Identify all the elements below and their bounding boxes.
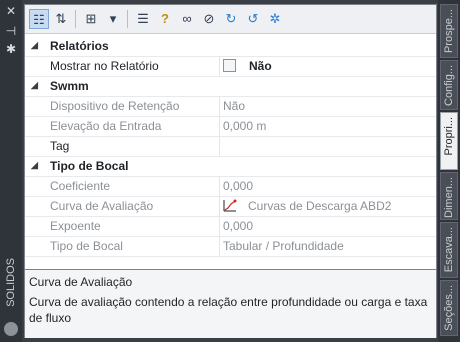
properties-list-icon: ☰	[137, 11, 149, 26]
column-divider	[219, 137, 220, 156]
property-value: 0,000	[223, 179, 254, 193]
tab-label: Config...	[443, 65, 455, 106]
toolbar-separator	[75, 10, 76, 28]
tab-propriedades[interactable]: Propri...	[440, 112, 458, 170]
right-tab-bar: Prospe... Config... Propri... Dimen... E…	[438, 0, 460, 342]
properties-list-button[interactable]: ☰	[133, 9, 153, 29]
description-title: Curva de Avaliação	[29, 275, 133, 289]
filter-button[interactable]: ▾	[103, 9, 123, 29]
toolbar-separator	[127, 10, 128, 28]
palette-icon[interactable]	[4, 322, 18, 336]
column-divider	[219, 177, 220, 196]
property-grid: ◢ Relatórios Mostrar no Relatório Não ◢ …	[25, 37, 436, 257]
category-relatorios[interactable]: ◢ Relatórios	[25, 37, 436, 57]
close-icon[interactable]: ✕	[4, 4, 18, 18]
tab-prospector[interactable]: Prospe...	[440, 4, 458, 58]
category-title: Relatórios	[50, 39, 109, 53]
pin-icon[interactable]: ⊣	[4, 24, 18, 38]
refresh-button[interactable]: ↻	[221, 9, 241, 29]
link-icon: ⊘	[203, 11, 215, 26]
collapse-arrow-icon[interactable]: ◢	[31, 160, 38, 171]
category-title: Swmm	[50, 79, 89, 93]
find-button[interactable]: ∞	[177, 9, 197, 29]
left-dock-bar: ✕ ⊣ ✱ SOLIDOS	[0, 0, 22, 342]
categorized-view-button[interactable]: ☷	[29, 9, 49, 29]
property-value: 0,000 m	[223, 119, 267, 133]
filter-icon: ▾	[109, 11, 117, 26]
property-row-expoente[interactable]: Expoente 0,000	[25, 217, 436, 237]
tab-label: Dimen...	[443, 177, 455, 218]
property-name: Coeficiente	[50, 179, 111, 193]
column-divider	[219, 97, 220, 116]
column-divider	[219, 57, 220, 76]
category-swmm[interactable]: ◢ Swmm	[25, 77, 436, 97]
property-value: Tabular / Profundidade	[223, 239, 344, 253]
tab-label: Propri...	[443, 117, 455, 156]
category-tipo-de-bocal[interactable]: ◢ Tipo de Bocal	[25, 157, 436, 177]
column-divider	[219, 217, 220, 236]
property-name: Mostrar no Relatório	[50, 59, 159, 73]
collapse-arrow-icon[interactable]: ◢	[31, 80, 38, 91]
apply-button[interactable]: ↺	[243, 9, 263, 29]
tab-label: Seções...	[443, 285, 455, 331]
pin-icon: ✲	[269, 11, 281, 26]
tab-config[interactable]: Config...	[440, 60, 458, 110]
property-name: Dispositivo de Retenção	[50, 99, 180, 113]
categorized-view-icon: ☷	[33, 12, 45, 27]
property-value: 0,000	[223, 219, 254, 233]
property-row-tag[interactable]: Tag	[25, 137, 436, 157]
pin-properties-button[interactable]: ✲	[265, 9, 285, 29]
tab-label: Prospe...	[443, 9, 455, 54]
mostrar-checkbox[interactable]	[223, 59, 236, 72]
link-button[interactable]: ⊘	[199, 9, 219, 29]
description-panel: Curva de Avaliação Curva de avaliação co…	[25, 269, 436, 338]
property-row-mostrar[interactable]: Mostrar no Relatório Não	[25, 57, 436, 77]
property-row-tipo[interactable]: Tipo de Bocal Tabular / Profundidade	[25, 237, 436, 257]
help-button[interactable]: ?	[155, 9, 175, 29]
property-name: Expoente	[50, 219, 101, 233]
collapse-arrow-icon[interactable]: ◢	[31, 40, 38, 51]
tab-dimensoes[interactable]: Dimen...	[440, 172, 458, 220]
sort-alpha-button[interactable]: ⇅	[51, 9, 71, 29]
property-row-coeficiente[interactable]: Coeficiente 0,000	[25, 177, 436, 197]
column-divider	[219, 117, 220, 136]
column-divider	[219, 237, 220, 256]
settings-icon[interactable]: ✱	[4, 42, 18, 56]
property-value: Não	[249, 59, 272, 73]
refresh-icon: ↻	[225, 11, 237, 26]
sort-alpha-icon: ⇅	[55, 11, 67, 26]
binoculars-icon: ∞	[182, 11, 192, 26]
apply-icon: ↺	[247, 11, 259, 26]
tab-secoes[interactable]: Seções...	[440, 280, 458, 336]
panel-title: SOLIDOS	[5, 258, 17, 307]
property-name: Curva de Avaliação	[50, 199, 154, 213]
property-row-elevacao[interactable]: Elevação da Entrada 0,000 m	[25, 117, 436, 137]
help-icon: ?	[161, 11, 169, 26]
property-row-curva[interactable]: Curva de Avaliação Curvas de Descarga AB…	[25, 197, 436, 217]
property-name: Tipo de Bocal	[50, 239, 123, 253]
property-value: Curvas de Descarga ABD2	[248, 199, 392, 213]
description-body: Curva de avaliação contendo a relação en…	[29, 295, 428, 325]
property-value: Não	[223, 99, 246, 113]
tab-escavacao[interactable]: Escava...	[440, 222, 458, 278]
expand-all-button[interactable]: ⊞	[81, 9, 101, 29]
rating-curve-icon	[223, 199, 237, 212]
property-name: Elevação da Entrada	[50, 119, 162, 133]
properties-panel: ☷ ⇅ ⊞ ▾ ☰ ? ∞ ⊘ ↻ ↺ ✲ ◢ Relatórios Mostr…	[24, 4, 437, 338]
property-row-dispositivo[interactable]: Dispositivo de Retenção Não	[25, 97, 436, 117]
property-name: Tag	[50, 139, 70, 153]
toolbar: ☷ ⇅ ⊞ ▾ ☰ ? ∞ ⊘ ↻ ↺ ✲	[25, 5, 436, 34]
category-title: Tipo de Bocal	[50, 159, 129, 173]
tab-label: Escava...	[443, 227, 455, 273]
expand-all-icon: ⊞	[85, 11, 97, 26]
column-divider	[219, 197, 220, 216]
